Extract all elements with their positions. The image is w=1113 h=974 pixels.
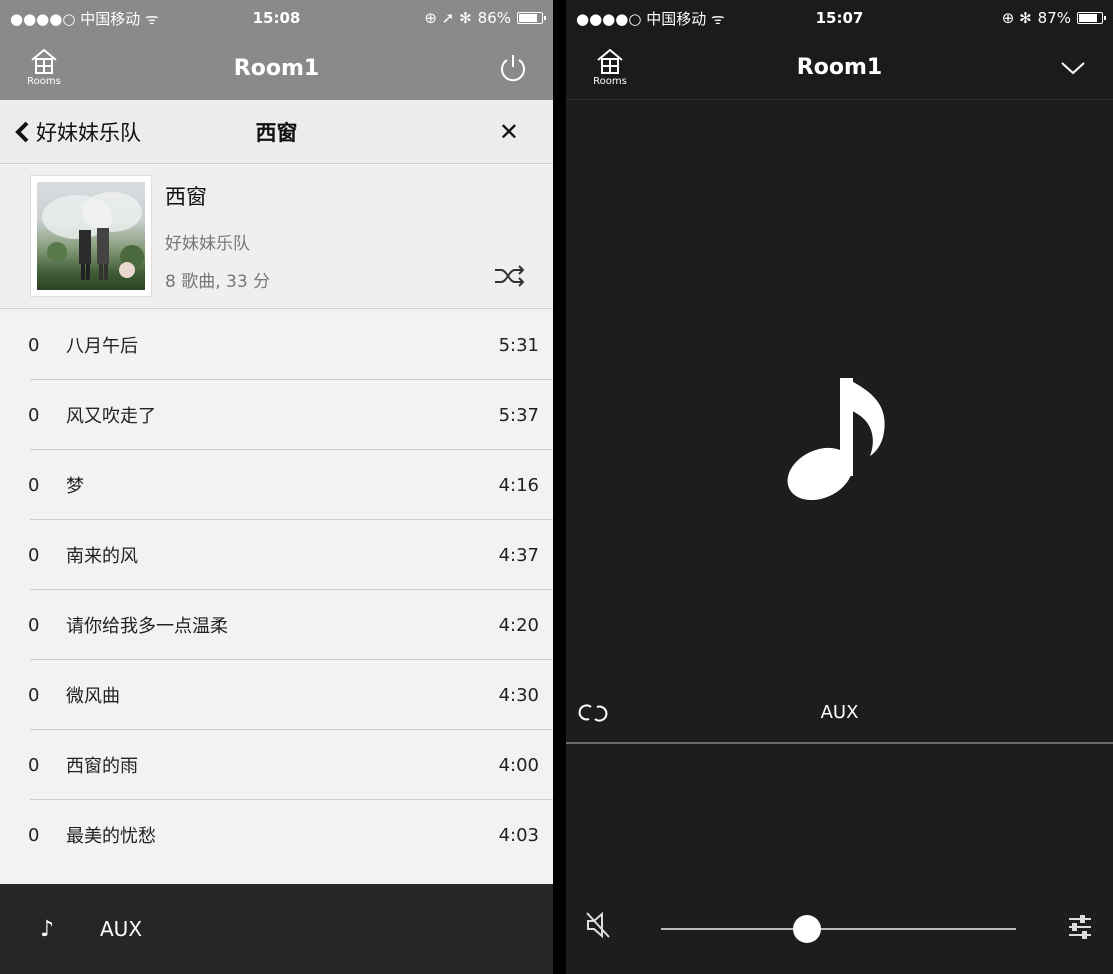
track-duration: 4:20 [498,614,539,636]
rooms-button[interactable]: Rooms [20,46,68,92]
track-row[interactable]: 0 梦 4:16 [0,450,553,520]
music-note-icon [787,378,885,500]
left-screen: ●●●●○ 中国移动 ᯤ 15:08 ⊕ ➚ ✻ 86% Rooms Room1… [0,0,553,974]
volume-controls [566,880,1113,970]
status-icons: ⊕ ➚ ✻ [424,9,472,27]
now-playing-source: AUX [100,917,143,941]
track-number: 0 [28,544,40,566]
shuffle-button[interactable] [493,263,527,293]
track-row[interactable]: 0 八月午后 5:31 [0,310,553,380]
track-number: 0 [28,404,40,426]
speaker-mute-icon [586,911,610,939]
track-duration: 4:37 [498,544,539,566]
source-info-bar: AUX [566,690,1113,744]
chevron-down-icon [1061,62,1085,75]
power-button[interactable] [495,50,531,86]
track-title: 风又吹走了 [66,406,156,427]
house-icon [31,48,57,74]
back-button[interactable]: 好妹妹乐队 [14,117,141,147]
track-number: 0 [28,684,40,706]
rooms-label: Rooms [27,76,61,87]
room-title: Room1 [796,55,883,80]
status-right: ⊕ ➚ ✻ 86% [424,9,546,27]
track-duration: 5:31 [498,334,539,356]
status-bar: ●●●●○ 中国移动 ᯤ 15:07 ⊕ ✻ 87% [566,0,1113,36]
room-title: Room1 [233,55,320,81]
track-duration: 4:00 [498,754,539,776]
collapse-button[interactable] [1055,50,1091,86]
album-header: 好妹妹乐队 西窗 ✕ [0,100,553,164]
track-row[interactable]: 0 请你给我多一点温柔 4:20 [0,590,553,660]
back-label: 好妹妹乐队 [36,120,141,145]
volume-knob[interactable] [792,915,821,943]
status-bar: ●●●●○ 中国移动 ᯤ 15:08 ⊕ ➚ ✻ 86% [0,0,553,36]
battery-percent: 87% [1037,9,1071,27]
track-duration: 4:03 [498,824,539,846]
volume-slider[interactable] [661,915,1016,943]
track-title: 八月午后 [66,336,138,357]
track-number: 0 [28,824,40,846]
mute-button[interactable] [584,910,612,944]
track-title: 南来的风 [66,546,138,567]
house-icon [597,48,623,74]
track-list: 0 八月午后 5:31 0 风又吹走了 5:37 0 梦 4:16 0 南来的风 4:37 0 请你给我多… [0,310,553,870]
status-right: ⊕ ✻ 87% [1001,9,1106,27]
power-icon [501,55,525,82]
track-row[interactable]: 0 微风曲 4:30 [0,660,553,730]
nav-bar: Rooms Room1 [566,36,1113,100]
track-title: 最美的忧愁 [66,826,156,847]
carrier-label: ●●●●○ 中国移动 ᯤ [576,9,725,28]
track-row[interactable]: 0 西窗的雨 4:00 [0,730,553,800]
album-art-area [566,100,1113,680]
battery-percent: 86% [477,9,511,27]
track-title: 微风曲 [66,686,120,707]
track-duration: 4:16 [498,474,539,496]
right-screen: ●●●●○ 中国移动 ᯤ 15:07 ⊕ ✻ 87% Rooms Room1 A… [566,0,1113,974]
equalizer-button[interactable] [1067,914,1093,944]
shuffle-icon [495,265,525,287]
track-number: 0 [28,334,40,356]
track-number: 0 [28,754,40,776]
music-note-icon: ♪ [40,916,55,942]
track-number: 0 [28,614,40,636]
now-playing-bar[interactable]: ♪ AUX [0,884,553,974]
album-info: 西窗 好妹妹乐队 8 歌曲, 33 分 [0,165,553,309]
equalizer-icon [1069,915,1091,939]
rooms-button[interactable]: Rooms [586,46,634,92]
album-cover [30,175,152,297]
track-duration: 4:30 [498,684,539,706]
battery-icon [517,12,546,24]
track-row[interactable]: 0 风又吹走了 5:37 [0,380,553,450]
track-row[interactable]: 0 南来的风 4:37 [0,520,553,590]
track-duration: 5:37 [498,404,539,426]
source-label: AUX [820,702,859,723]
album-title: 西窗 [165,185,207,209]
nav-bar: Rooms Room1 [0,36,553,100]
track-title: 梦 [66,476,84,497]
track-title: 请你给我多一点温柔 [66,616,228,637]
track-title: 西窗的雨 [66,756,138,777]
status-icons: ⊕ ✻ [1001,9,1032,27]
carrier-label: ●●●●○ 中国移动 ᯤ [10,9,159,28]
track-number: 0 [28,474,40,496]
battery-icon [1077,12,1106,24]
close-button[interactable]: ✕ [499,118,519,146]
chevron-left-icon [15,121,29,142]
album-meta: 8 歌曲, 33 分 [165,272,271,292]
track-row[interactable]: 0 最美的忧愁 4:03 [0,800,553,870]
album-artist: 好妹妹乐队 [165,234,250,254]
rooms-label: Rooms [593,76,627,87]
